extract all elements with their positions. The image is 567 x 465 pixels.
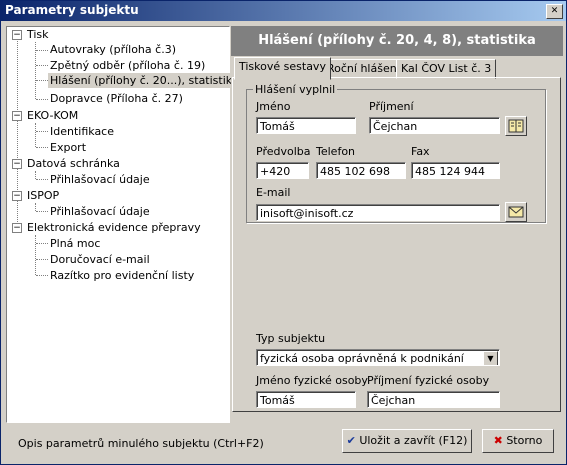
tree-item-identifikace[interactable]: Identifikace: [50, 124, 114, 139]
tree-item-dorucovaci-email[interactable]: Doručovací e-mail: [50, 252, 150, 267]
address-book-button[interactable]: [505, 116, 527, 136]
cancel-button[interactable]: ✖ Storno: [482, 429, 554, 453]
envelope-icon: [508, 206, 524, 218]
fax-field[interactable]: 485 124 944: [411, 162, 500, 179]
cancel-x-icon: ✖: [493, 434, 503, 447]
tree-group-evidence-prepravy[interactable]: Elektronická evidence přepravy: [27, 220, 201, 235]
tree-item-razitko[interactable]: Razítko pro evidenční listy: [50, 268, 194, 283]
typ-subjektu-select[interactable]: fyzická osoba oprávněná k podnikání ▼: [256, 349, 500, 366]
jmeno-fo-label: Jméno fyzické osoby: [256, 374, 368, 387]
tree-group-datova-schranka[interactable]: Datová schránka: [27, 156, 120, 171]
prijmeni-fo-label: Příjmení fyzické osoby: [367, 374, 490, 387]
collapse-icon[interactable]: −: [12, 111, 22, 121]
collapse-icon[interactable]: −: [12, 30, 22, 40]
reporter-group-label: Hlášení vyplnil: [253, 83, 338, 96]
telefon-label: Telefon: [316, 145, 356, 158]
typ-subjektu-value: fyzická osoba oprávněná k podnikání: [260, 352, 464, 365]
title-bar: Parametry subjektu ✕: [1, 1, 566, 21]
save-close-button[interactable]: ✔ Uložit a zavřít (F12): [342, 429, 472, 453]
tree-item-prihlasovaci-udaje-ds[interactable]: Přihlašovací údaje: [50, 172, 150, 187]
tree-item-autovraky[interactable]: Autovraky (příloha č.3): [50, 42, 176, 57]
checkmark-icon: ✔: [346, 434, 356, 447]
prijmeni-label: Příjmení: [369, 100, 414, 113]
telefon-field[interactable]: 485 102 698: [316, 162, 406, 179]
email-label: E-mail: [256, 186, 291, 199]
copy-params-hint[interactable]: Opis parametrů minulého subjektu (Ctrl+F…: [18, 437, 264, 450]
bottom-bar: Opis parametrů minulého subjektu (Ctrl+F…: [1, 421, 566, 464]
save-close-label: Uložit a zavřít (F12): [359, 434, 468, 447]
collapse-icon[interactable]: −: [12, 223, 22, 233]
tab-tiskove-sestavy[interactable]: Tiskové sestavy: [234, 57, 331, 80]
settings-panel: Hlášení (přílohy č. 20, 4, 8), statistik…: [231, 26, 563, 421]
jmeno-fo-field[interactable]: Tomáš: [256, 391, 356, 408]
collapse-icon[interactable]: −: [12, 191, 22, 201]
predvolba-label: Předvolba: [256, 145, 311, 158]
fax-label: Fax: [411, 145, 430, 158]
tab-rocni-hlaseni[interactable]: Roční hlášení: [322, 59, 405, 79]
address-book-icon: [508, 119, 524, 133]
predvolba-field[interactable]: +420: [256, 162, 309, 179]
jmeno-label: Jméno: [256, 100, 291, 113]
tree-item-prihlasovaci-udaje-ispop[interactable]: Přihlašovací údaje: [50, 204, 150, 219]
tree-group-ekokom[interactable]: EKO-KOM: [27, 108, 78, 123]
tree-item-plna-moc[interactable]: Plná moc: [50, 236, 100, 251]
collapse-icon[interactable]: −: [12, 159, 22, 169]
tree-group-ispop[interactable]: ISPOP: [27, 188, 59, 203]
tree-item-hlaseni[interactable]: Hlášení (přílohy č. 20...), statistika: [48, 73, 241, 88]
email-field[interactable]: inisoft@inisoft.cz: [256, 204, 500, 221]
chevron-down-icon[interactable]: ▼: [483, 351, 498, 365]
close-button[interactable]: ✕: [546, 4, 563, 19]
window-title: Parametry subjektu: [5, 3, 139, 17]
send-email-button[interactable]: [505, 202, 527, 222]
parameters-window: Parametry subjektu ✕ − Tisk Autovraky (p…: [0, 0, 567, 465]
prijmeni-field[interactable]: Čejchan: [369, 117, 500, 134]
settings-tree: − Tisk Autovraky (příloha č.3) Zpětný od…: [6, 26, 241, 423]
tree-group-tisk[interactable]: Tisk: [27, 27, 49, 42]
tab-body: Hlášení vyplnil Jméno Tomáš Příjmení Čej…: [232, 77, 561, 412]
jmeno-field[interactable]: Tomáš: [256, 117, 356, 134]
tab-kal-cov[interactable]: Kal ČOV List č. 3: [396, 59, 497, 79]
typ-subjektu-label: Typ subjektu: [256, 332, 326, 345]
cancel-label: Storno: [506, 434, 543, 447]
tree-item-dopravce[interactable]: Dopravce (Příloha č. 27): [50, 91, 183, 106]
prijmeni-fo-field[interactable]: Čejchan: [367, 391, 500, 408]
panel-header: Hlášení (přílohy č. 20, 4, 8), statistik…: [231, 26, 563, 56]
tree-item-export[interactable]: Export: [50, 140, 86, 155]
tree-item-zpetny-odber[interactable]: Zpětný odběr (příloha č. 19): [50, 58, 205, 73]
